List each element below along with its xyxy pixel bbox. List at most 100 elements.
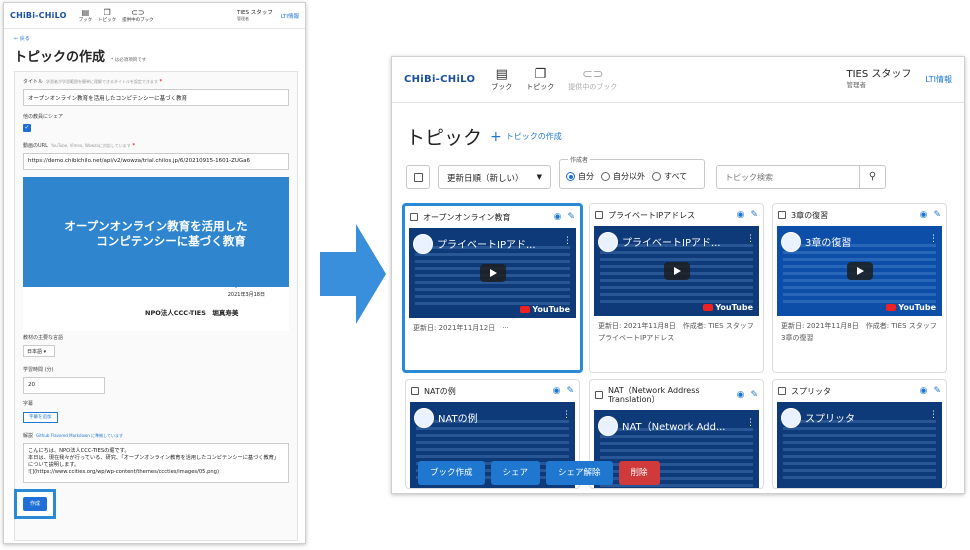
- video-thumbnail[interactable]: プライベートIPアド... ⋮ YouTube: [409, 228, 576, 318]
- topic-icon: ❐: [103, 8, 111, 17]
- eye-icon[interactable]: ◉: [554, 212, 562, 222]
- nav-shared-books[interactable]: ⊂⊃ 提供中のブック: [568, 67, 617, 92]
- card-meta: 更新日: 2021年11月12日 ···: [405, 318, 580, 334]
- nav-topic[interactable]: ❐ トピック: [526, 67, 554, 92]
- card-checkbox[interactable]: [411, 387, 419, 395]
- sort-select[interactable]: 更新日順（新しい） ▼: [438, 165, 551, 189]
- card-header: スプリッタ ◉ ✎: [773, 380, 946, 402]
- video-url-label-text: 動画のURL: [23, 143, 48, 149]
- video-title: NAT（Network Add...: [622, 422, 726, 433]
- link-icon: ⊂⊃: [131, 8, 145, 17]
- card-checkbox[interactable]: [595, 391, 603, 399]
- more-vert-icon[interactable]: ⋮: [746, 234, 755, 244]
- pencil-icon[interactable]: ✎: [933, 210, 941, 220]
- card-title: 3章の復習: [791, 210, 829, 220]
- list-toolbar: 更新日順（新しい） ▼ 作成者 自分 自分以外 すべて トピック検索 ⚲: [406, 155, 950, 191]
- language-select[interactable]: 日本語 ▾: [23, 345, 55, 357]
- desc-line2: 本日は、現在我々が行っている、研究、「オープンオンライン教育を活用したコンピテン…: [28, 455, 280, 468]
- card-checkbox[interactable]: [778, 387, 786, 395]
- lti-info-link[interactable]: LTI情報: [925, 74, 952, 85]
- radio-others-label: 自分以外: [613, 172, 645, 181]
- more-vert-icon[interactable]: ⋮: [563, 236, 572, 246]
- video-thumbnail[interactable]: スプリッタ ⋮: [777, 402, 942, 488]
- pencil-icon[interactable]: ✎: [750, 210, 758, 220]
- radio-mine-label: 自分: [578, 172, 594, 181]
- more-vert-icon[interactable]: ⋮: [929, 234, 938, 244]
- pencil-icon[interactable]: ✎: [567, 212, 575, 222]
- user-name: TIES スタッフ: [237, 9, 273, 16]
- title-label: タイトル 学習者が学習範囲を簡単に理解できるタイトルを設定できます *: [23, 79, 163, 85]
- channel-avatar: [598, 416, 618, 436]
- more-vert-icon[interactable]: ⋮: [746, 418, 755, 428]
- back-link[interactable]: ← 戻る: [14, 35, 305, 42]
- card-header: 3章の復習 ◉ ✎: [773, 204, 946, 226]
- desc-line3: ![](https://www.ccities.org/wp/wp-conten…: [28, 469, 220, 475]
- desc-label: 解説 Github Flavored Markdown に準拠しています: [23, 432, 123, 439]
- unshare-button[interactable]: シェア解除: [546, 461, 613, 485]
- add-subtitle-button[interactable]: 字幕を追加: [23, 412, 58, 423]
- youtube-logo: YouTube: [520, 305, 570, 314]
- right-app-header: CHiBi-CHiLO ▤ ブック ❐ トピック ⊂⊃ 提供中のブック TIES…: [392, 57, 964, 103]
- lti-info-link[interactable]: LTI情報: [281, 12, 299, 20]
- play-icon[interactable]: [846, 262, 873, 280]
- card-header: プライベートIPアドレス ◉ ✎: [590, 204, 763, 226]
- card-meta-line1: 更新日: 2021年11月8日 作成者: TIES スタッフ: [781, 322, 937, 330]
- nav-topic-label: トピック: [526, 83, 555, 91]
- nav-book[interactable]: ▤ ブック: [491, 67, 512, 92]
- pencil-icon[interactable]: ✎: [750, 390, 758, 400]
- topic-card[interactable]: オープンオンライン教育 ◉ ✎ プライベートIPアド... ⋮ YouTube …: [402, 203, 583, 373]
- create-book-button[interactable]: ブック作成: [418, 461, 485, 485]
- video-thumbnail[interactable]: プライベートIPアド... ⋮ YouTube: [594, 226, 759, 316]
- card-checkbox[interactable]: [410, 213, 418, 221]
- youtube-logo: YouTube: [886, 303, 936, 312]
- video-title: NATの例: [438, 414, 478, 425]
- pencil-icon[interactable]: ✎: [566, 386, 574, 396]
- page-title-row: トピック + トピックの作成: [406, 123, 562, 150]
- share-button[interactable]: シェア: [490, 461, 541, 485]
- card-checkbox[interactable]: [595, 211, 603, 219]
- left-nav: ▤ ブック ❐ トピック ⊂⊃ 提供中のブック: [79, 8, 154, 23]
- description-textarea[interactable]: こんにちは、NPO法人CCC-TIESの堀です。 本日は、現在我々が行っている、…: [23, 443, 289, 483]
- card-title: NAT（Network Address Translation）: [608, 386, 700, 404]
- video-thumbnail[interactable]: 3章の復習 ⋮ YouTube: [777, 226, 942, 316]
- eye-icon[interactable]: ◉: [920, 386, 928, 396]
- play-icon[interactable]: [479, 264, 506, 282]
- app-logo[interactable]: CHiBi-CHiLO: [10, 11, 67, 20]
- video-url-input[interactable]: https://demo.chibichilo.net/api/v2/wowza…: [23, 153, 289, 170]
- eye-icon[interactable]: ◉: [737, 390, 745, 400]
- pencil-icon[interactable]: ✎: [933, 386, 941, 396]
- eye-icon[interactable]: ◉: [553, 386, 561, 396]
- create-topic-link[interactable]: + トピックの作成: [490, 129, 562, 145]
- share-checkbox[interactable]: ✓: [23, 124, 31, 132]
- title-input[interactable]: オープンオンライン教育を活用したコンピテンシーに基づく教育: [23, 89, 289, 106]
- card-meta-line2: 3章の復習: [781, 334, 814, 342]
- delete-button[interactable]: 削除: [618, 461, 660, 485]
- radio-all[interactable]: すべて: [652, 171, 687, 182]
- play-icon[interactable]: [663, 262, 690, 280]
- card-checkbox[interactable]: [778, 211, 786, 219]
- topic-search-input[interactable]: トピック検索 ⚲: [716, 165, 886, 189]
- topic-card[interactable]: スプリッタ ◉ ✎ スプリッタ ⋮: [772, 379, 947, 489]
- more-vert-icon[interactable]: ⋮: [929, 410, 938, 420]
- app-logo[interactable]: CHiBi-CHiLO: [404, 74, 475, 85]
- radio-mine[interactable]: 自分: [566, 171, 594, 182]
- nav-book[interactable]: ▤ ブック: [79, 8, 93, 23]
- screenshot-root: CHiBi-CHiLO ▤ ブック ❐ トピック ⊂⊃ 提供中のブック TIES…: [0, 0, 970, 550]
- topic-card[interactable]: 3章の復習 ◉ ✎ 3章の復習 ⋮ YouTube 更新日: 2021年11月8…: [772, 203, 947, 373]
- card-meta-line1: 更新日: 2021年11月8日 作成者: TIES スタッフ: [598, 322, 754, 330]
- youtube-logo: YouTube: [703, 303, 753, 312]
- select-all-checkbox[interactable]: [406, 165, 430, 189]
- topic-card[interactable]: プライベートIPアドレス ◉ ✎ プライベートIPアド... ⋮ YouTube…: [589, 203, 764, 373]
- nav-shared-books[interactable]: ⊂⊃ 提供中のブック: [122, 8, 154, 23]
- eye-icon[interactable]: ◉: [737, 210, 745, 220]
- time-input[interactable]: 20: [23, 377, 105, 394]
- video-url-hint: YouTube, Vimeo, Wowzaに対応しています: [50, 143, 131, 148]
- eye-icon[interactable]: ◉: [920, 210, 928, 220]
- radio-others[interactable]: 自分以外: [601, 171, 645, 182]
- youtube-label: YouTube: [532, 305, 570, 314]
- desc-hint: Github Flavored Markdown に準拠しています: [36, 433, 123, 438]
- search-icon[interactable]: ⚲: [859, 166, 885, 188]
- create-button[interactable]: 作成: [23, 497, 47, 511]
- more-vert-icon[interactable]: ⋮: [562, 410, 571, 420]
- nav-topic[interactable]: ❐ トピック: [98, 8, 116, 23]
